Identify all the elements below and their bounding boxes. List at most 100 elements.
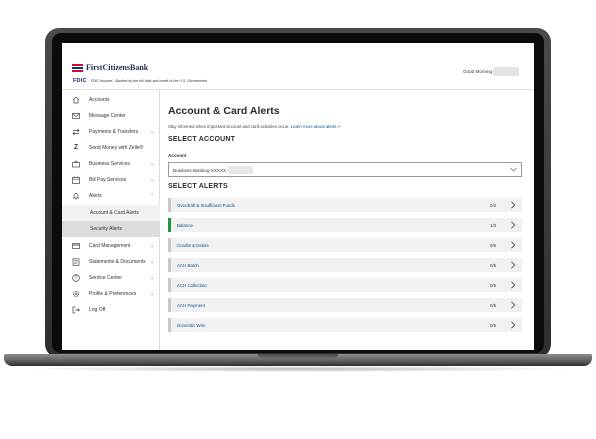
alert-row[interactable]: Balance 1/3 — [168, 218, 522, 232]
svg-text:?: ? — [75, 276, 78, 282]
fdic-text: FDIC-Insured - Backed by the full faith … — [90, 79, 208, 83]
sidebar-item-service-center[interactable]: ? Service Center ⌄ — [62, 270, 160, 286]
alert-row[interactable]: Domestic Wire 0/5 — [168, 318, 522, 332]
alert-status-indicator — [168, 258, 171, 272]
alert-status-indicator — [168, 298, 171, 312]
sidebar-item-statements-documents[interactable]: Statements & Documents ⌄ — [62, 254, 160, 270]
home-icon — [72, 96, 80, 104]
app-header: FirstCitizensBank FDIC FDIC-Insured - Ba… — [62, 43, 534, 90]
chevron-right-icon[interactable] — [510, 321, 516, 329]
sidebar-item-label: Statements & Documents — [89, 259, 146, 265]
sidebar-item-message-center[interactable]: Message Center — [62, 108, 160, 124]
chevron-up-icon: ⌃ — [150, 193, 155, 199]
alert-status-indicator — [168, 318, 171, 332]
intro-text: Stay informed when important account and… — [168, 124, 340, 129]
chevron-down-icon: ⌄ — [150, 161, 155, 167]
alert-row[interactable]: Credits & Debits 0/6 — [168, 238, 522, 252]
chevron-down-icon: ⌄ — [150, 129, 155, 135]
sidebar-item-label: Profile & Preferences — [89, 291, 137, 297]
sidebar-item-label: Card Management — [89, 243, 131, 249]
account-select-value: Business Banking XXXXX — [173, 168, 227, 173]
sidebar-subitem-account-card-alerts[interactable]: Account & Card Alerts — [62, 205, 160, 221]
alert-status-indicator — [168, 238, 171, 252]
select-alerts-heading: SELECT ALERTS — [168, 183, 228, 190]
chevron-right-icon[interactable] — [510, 241, 516, 249]
alert-count: 0/5 — [490, 263, 497, 268]
sidebar-subitem-label: Security Alerts — [90, 226, 122, 232]
sidebar-item-label: Alerts — [89, 193, 102, 199]
account-select[interactable]: Business Banking XXXXX — [168, 162, 522, 177]
app-screen: FirstCitizensBank FDIC FDIC-Insured - Ba… — [62, 43, 534, 350]
sidebar-item-label: Service Center — [89, 275, 123, 281]
alert-row[interactable]: ACH Batch 0/5 — [168, 258, 522, 272]
alert-name: ACH Collection — [177, 283, 207, 288]
fdic-badge: FDIC — [73, 78, 87, 84]
sidebar-item-label: Bill Pay Services — [89, 177, 127, 183]
calendar-icon — [72, 176, 80, 184]
main-content: Account & Card Alerts Stay informed when… — [160, 90, 534, 350]
question-icon: ? — [72, 274, 80, 282]
alert-count: 0/6 — [490, 243, 497, 248]
page-title: Account & Card Alerts — [168, 105, 280, 117]
document-icon — [72, 258, 80, 266]
laptop-hinge-notch — [258, 354, 338, 359]
alert-count: 0/2 — [490, 203, 497, 208]
alert-name: Balance — [177, 223, 193, 228]
transfer-icon — [72, 128, 80, 136]
sidebar-item-label: Payments & Transfers — [89, 129, 139, 135]
card-icon — [72, 242, 80, 250]
sidebar-item-alerts[interactable]: Alerts ⌃ — [62, 188, 160, 204]
bank-logo[interactable]: FirstCitizensBank — [72, 63, 148, 72]
chevron-down-icon: ⌄ — [150, 259, 155, 265]
alert-row[interactable]: ACH Collection 0/5 — [168, 278, 522, 292]
learn-more-link[interactable]: Learn more about alerts > — [291, 124, 340, 129]
sidebar-item-label: Accounts — [89, 97, 110, 103]
chevron-down-icon: ⌄ — [150, 275, 155, 281]
sidebar-item-accounts[interactable]: Accounts — [62, 92, 160, 108]
sidebar-item-profile-preferences[interactable]: Profile & Preferences ⌄ — [62, 286, 160, 302]
alert-count: 0/5 — [490, 303, 497, 308]
bell-icon — [72, 192, 80, 200]
sidebar-item-log-off[interactable]: Log Off — [62, 302, 160, 318]
sidebar-item-label: Log Off — [89, 307, 106, 313]
account-label: Account — [168, 153, 187, 158]
sidebar-nav: Accounts Message Center Payments & Trans… — [62, 90, 160, 350]
chevron-down-icon: ⌄ — [150, 177, 155, 183]
gear-icon — [72, 290, 80, 298]
alert-name: ACH Batch — [177, 263, 199, 268]
sidebar-item-payments-transfers[interactable]: Payments & Transfers ⌄ — [62, 124, 160, 140]
alert-name: ACH Payment — [177, 303, 205, 308]
chevron-right-icon[interactable] — [510, 281, 516, 289]
chevron-right-icon[interactable] — [510, 261, 516, 269]
sidebar-item-zelle[interactable]: Z Send Money with Zelle® — [62, 140, 160, 156]
flag-icon — [72, 63, 83, 72]
alert-name: Credits & Debits — [177, 243, 209, 248]
alert-row[interactable]: ACH Payment 0/5 — [168, 298, 522, 312]
sidebar-item-card-management[interactable]: Card Management ⌄ — [62, 238, 160, 254]
alert-name: Overdraft & Insufficient Funds — [177, 203, 235, 208]
chevron-right-icon[interactable] — [510, 201, 516, 209]
sidebar-item-label: Send Money with Zelle® — [89, 145, 144, 151]
alert-status-indicator — [168, 198, 171, 212]
redacted-account-number — [228, 166, 253, 174]
alert-name: Domestic Wire — [177, 323, 206, 328]
chevron-right-icon[interactable] — [510, 301, 516, 309]
alert-status-indicator — [168, 278, 171, 292]
alert-count: 1/3 — [490, 223, 497, 228]
briefcase-icon — [72, 160, 80, 168]
envelope-icon — [72, 112, 80, 120]
alert-row[interactable]: Overdraft & Insufficient Funds 0/2 — [168, 198, 522, 212]
fdic-notice: FDIC FDIC-Insured - Backed by the full f… — [73, 78, 207, 84]
redacted-username — [493, 67, 519, 76]
sidebar-item-label: Message Center — [89, 113, 126, 119]
sidebar-item-business-services[interactable]: Business Services ⌄ — [62, 156, 160, 172]
sidebar-item-bill-pay[interactable]: Bill Pay Services ⌄ — [62, 172, 160, 188]
chevron-right-icon[interactable] — [510, 221, 516, 229]
sidebar-subitem-security-alerts[interactable]: Security Alerts — [62, 221, 160, 237]
select-account-heading: SELECT ACCOUNT — [168, 136, 236, 143]
sidebar-subitem-label: Account & Card Alerts — [90, 210, 139, 216]
sidebar-item-label: Business Services — [89, 161, 130, 167]
intro-copy: Stay informed when important account and… — [168, 124, 290, 129]
alert-count: 0/5 — [490, 283, 497, 288]
chevron-down-icon: ⌄ — [150, 291, 155, 297]
